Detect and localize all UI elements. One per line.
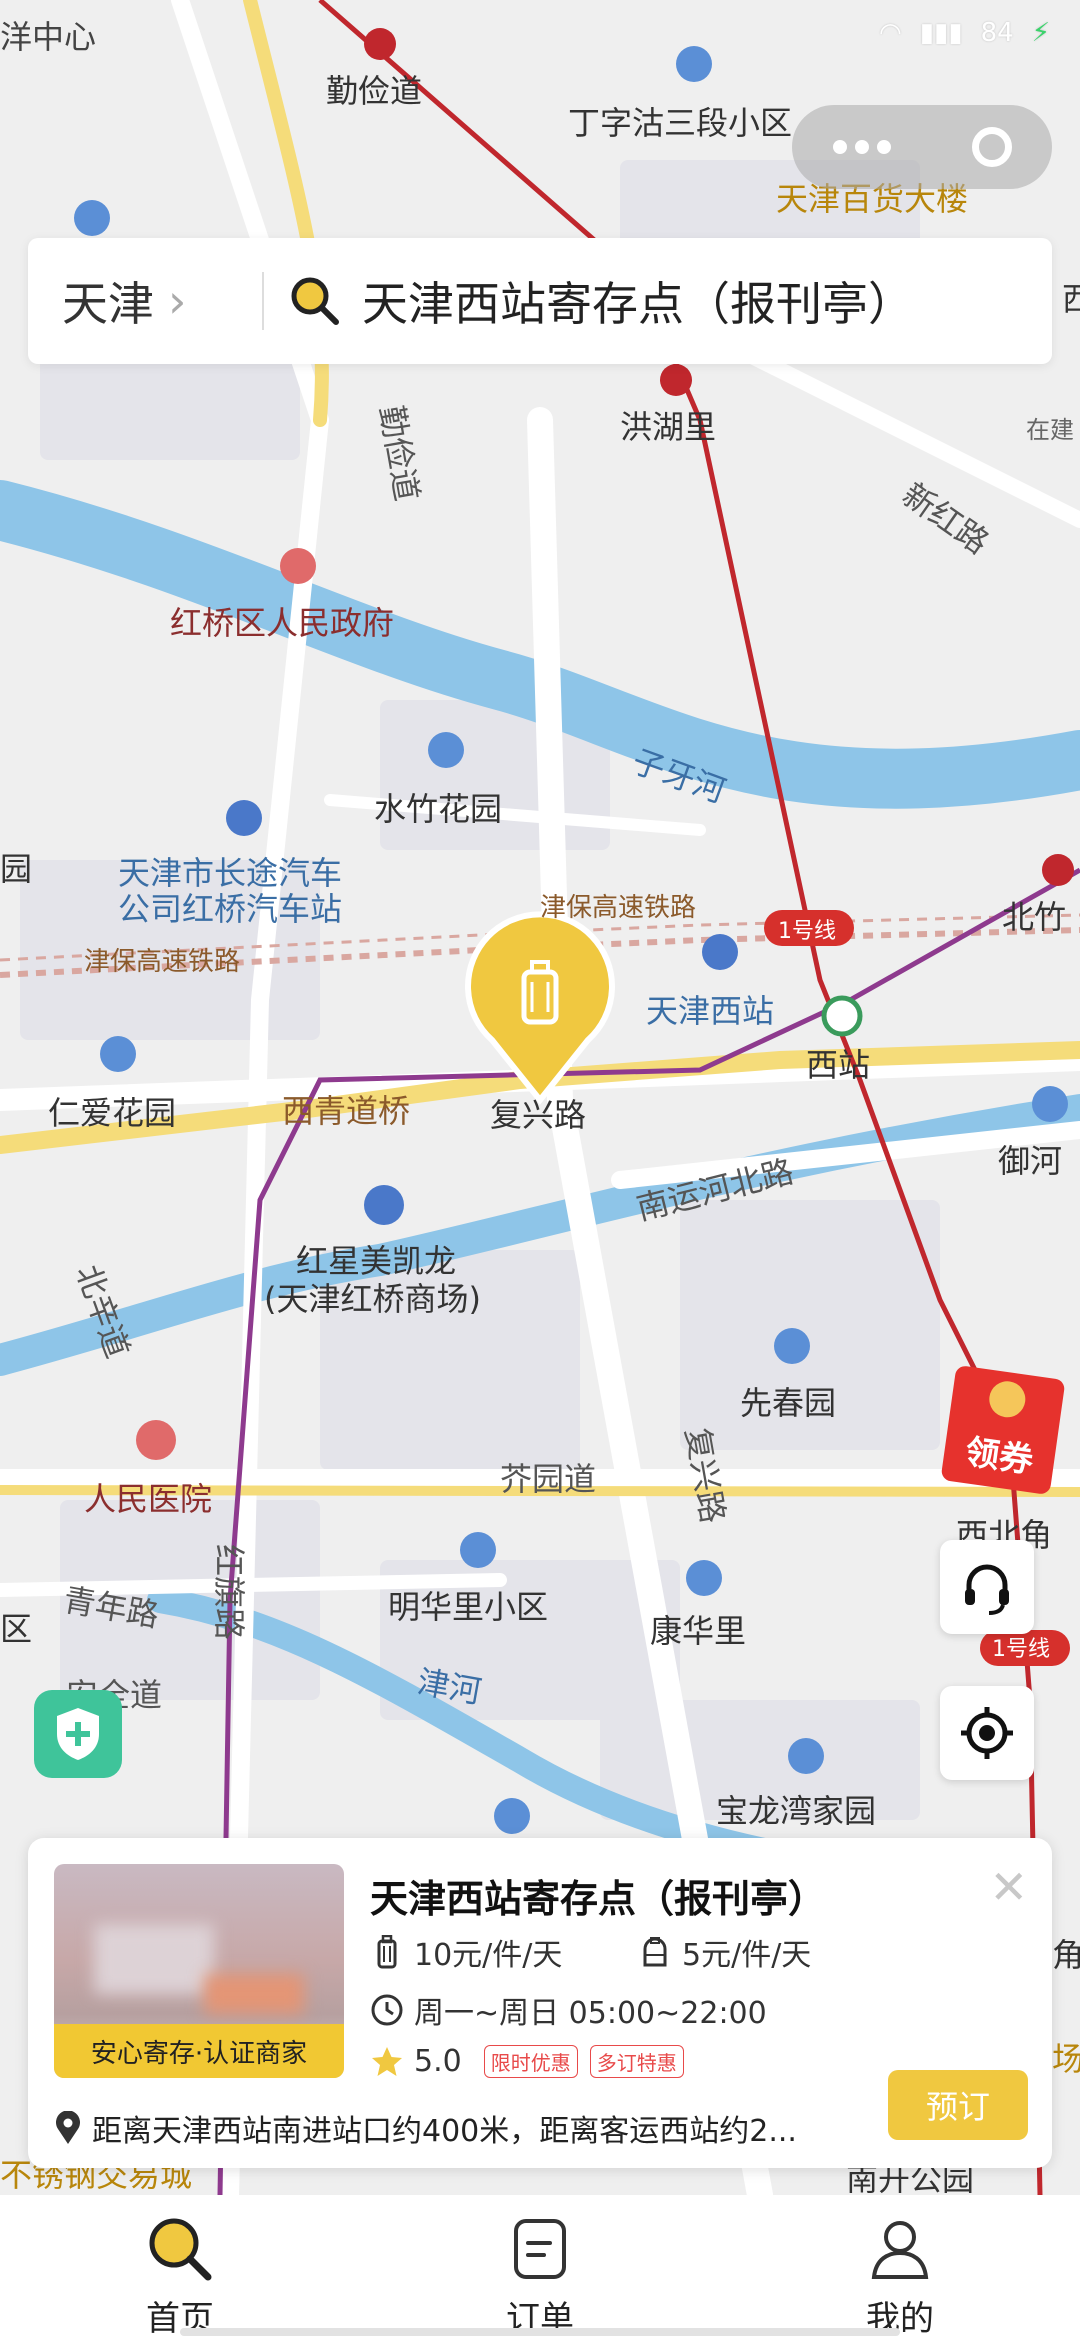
- charging-icon: ⚡: [1031, 18, 1050, 48]
- map-label: 明华里小区: [388, 1588, 548, 1626]
- map-label: 在建: [1026, 416, 1074, 444]
- store-card[interactable]: 安心寄存·认证商家 天津西站寄存点（报刊亭） ✕ 10元/件/天 5元/件/天 …: [28, 1838, 1052, 2168]
- close-miniprogram-icon[interactable]: [971, 127, 1012, 167]
- map-label: 康华里: [650, 1612, 746, 1650]
- map-label: 洋中心: [0, 18, 96, 56]
- safety-shield-button[interactable]: [34, 1690, 122, 1778]
- bottom-nav: 首页 订单 我的: [0, 2195, 1080, 2340]
- price-row: 10元/件/天 5元/件/天: [370, 1930, 872, 1974]
- user-icon: [871, 2221, 929, 2279]
- rating-row: 5.0 限时优惠 多订特惠: [370, 2044, 684, 2079]
- tab-orders[interactable]: 订单: [440, 2213, 640, 2340]
- map-label: 勤俭道: [326, 72, 422, 110]
- map-label: 芥园道: [500, 1460, 596, 1498]
- more-icon[interactable]: [832, 140, 891, 154]
- map-label: 红旗路: [210, 1544, 248, 1640]
- wifi-icon: ◠: [879, 18, 902, 48]
- large-luggage-icon: [377, 1935, 397, 1969]
- map-label: 水竹花园: [374, 790, 502, 828]
- map-label: 天津西站: [646, 992, 774, 1030]
- map-label: 复兴路: [490, 1096, 586, 1134]
- miniprogram-capsule: [792, 105, 1052, 189]
- map-label: 丁字沽三段小区: [568, 104, 792, 142]
- orders-icon: [514, 2219, 566, 2279]
- city-label: 天津: [62, 277, 154, 331]
- search-input[interactable]: 天津西站寄存点（报刊亭）: [362, 268, 914, 334]
- map-label: 人民医院: [84, 1480, 212, 1518]
- chevron-right-icon: ›: [168, 274, 187, 328]
- search-icon: [291, 277, 339, 325]
- map-label: 园: [0, 850, 32, 888]
- map-label: 北竹: [1002, 898, 1066, 936]
- bag-icon: [643, 1937, 667, 1967]
- close-icon[interactable]: ✕: [989, 1860, 1028, 1914]
- map-label: (天津红桥商场): [264, 1280, 481, 1318]
- map-label: 先春园: [740, 1384, 836, 1422]
- map-label: 1号线: [992, 1637, 1050, 1662]
- book-button[interactable]: 预订: [888, 2070, 1028, 2140]
- coupon-label: 领券: [962, 1432, 1036, 1482]
- map-label: 洪湖里: [620, 408, 716, 446]
- hours-row: 周一~周日 05:00~22:00: [370, 1988, 767, 2032]
- map-label: 西: [1062, 280, 1080, 318]
- shield-plus-icon: [57, 1708, 99, 1760]
- map-label: 宝龙湾家园: [716, 1792, 876, 1830]
- map-label: 津保高速铁路: [84, 947, 240, 977]
- signal-icon: ▮▮▮: [919, 18, 963, 48]
- coin-icon: [986, 1378, 1028, 1420]
- status-bar: ◠ ▮▮▮ 84 ⚡: [879, 18, 1050, 48]
- locate-icon: [961, 1707, 1013, 1759]
- tab-mine[interactable]: 我的: [800, 2213, 1000, 2340]
- store-name: 天津西站寄存点（报刊亭）: [370, 1877, 827, 1921]
- map-label: 场: [1052, 2040, 1080, 2078]
- map-label: 红桥区人民政府: [170, 604, 394, 642]
- store-image[interactable]: 安心寄存·认证商家: [54, 1864, 344, 2078]
- opening-hours: 周一~周日 05:00~22:00: [414, 1996, 767, 2031]
- rating-value: 5.0: [414, 2044, 462, 2079]
- tab-home[interactable]: 首页: [80, 2213, 280, 2340]
- battery-level: 84: [980, 18, 1014, 48]
- map-label: 1号线: [778, 919, 836, 944]
- search-bar[interactable]: 天津 › 天津西站寄存点（报刊亭）: [28, 238, 1052, 364]
- city-selector[interactable]: 天津 ›: [28, 268, 262, 334]
- divider: [262, 272, 264, 330]
- map-label: 角: [1052, 1936, 1080, 1974]
- certified-label: 安心寄存·认证商家: [54, 2024, 344, 2078]
- price-small: 5元/件/天: [682, 1938, 812, 1973]
- home-indicator: [180, 2328, 900, 2336]
- map-label: 公司红桥汽车站: [118, 890, 342, 928]
- coupon-button[interactable]: 领券: [940, 1364, 1066, 1496]
- clock-icon: [371, 1994, 403, 2026]
- map-label: 西站: [806, 1046, 870, 1084]
- price-large: 10元/件/天: [414, 1938, 563, 1973]
- locate-button[interactable]: [940, 1686, 1034, 1780]
- map-label: 区: [0, 1610, 32, 1648]
- location-marker-icon: [56, 2111, 80, 2144]
- promo-tag: 多订特惠: [589, 2045, 684, 2078]
- map-label: 红星美凯龙: [296, 1242, 456, 1280]
- distance-row: 距离天津西站南进站口约400米，距离客运西站约2...: [54, 2106, 797, 2150]
- headset-icon: [965, 1564, 1009, 1615]
- star-icon: [372, 2046, 402, 2076]
- map-label: 西青道桥: [282, 1092, 410, 1130]
- distance-text: 距离天津西站南进站口约400米，距离客运西站约2...: [92, 2114, 797, 2149]
- search-home-icon: [149, 2218, 212, 2281]
- map-label: 御河: [998, 1142, 1062, 1180]
- map-label: 津保高速铁路: [540, 893, 696, 923]
- map-label: 天津市长途汽车: [118, 854, 342, 892]
- promo-tag: 限时优惠: [483, 2045, 578, 2078]
- map-label: 仁爱花园: [48, 1094, 176, 1132]
- customer-service-button[interactable]: [940, 1540, 1034, 1634]
